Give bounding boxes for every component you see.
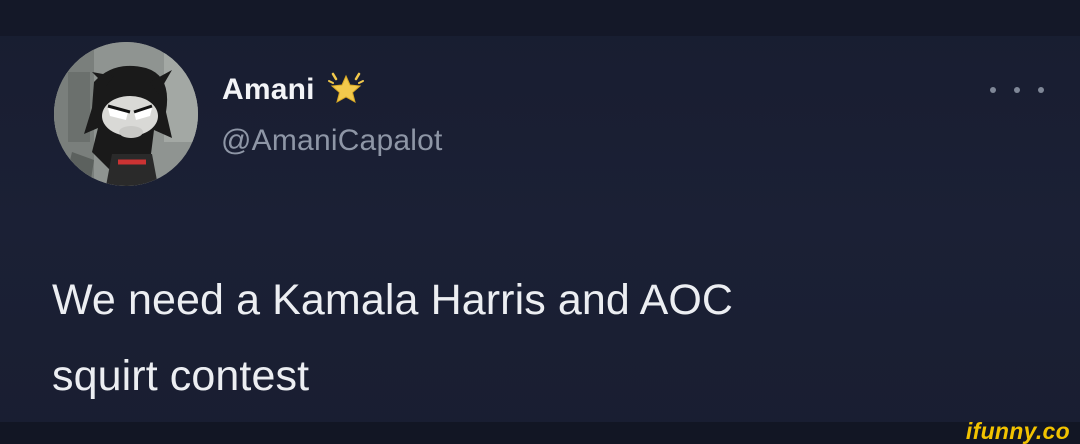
top-bar bbox=[0, 0, 1080, 36]
sparkle-star-icon bbox=[327, 71, 365, 109]
display-name: Amani bbox=[222, 70, 365, 110]
avatar[interactable] bbox=[54, 42, 198, 186]
tweet-text: We need a Kamala Harris and AOC squirt c… bbox=[52, 262, 1012, 414]
more-options-button[interactable] bbox=[990, 82, 1044, 98]
display-name-text[interactable]: Amani bbox=[222, 73, 315, 107]
cartoon-echidna-avatar-icon bbox=[54, 42, 198, 186]
ifunny-watermark: ifunny.co bbox=[965, 418, 1070, 444]
bottom-bar bbox=[0, 422, 1080, 444]
tweet-text-line: squirt contest bbox=[52, 352, 310, 400]
more-horizontal-icon bbox=[1014, 87, 1020, 93]
more-horizontal-icon bbox=[990, 87, 996, 93]
tweet-screenshot: Amani @AmaniCapalot We need a Kamala Har… bbox=[0, 0, 1080, 444]
user-handle[interactable]: @AmaniCapalot bbox=[221, 124, 443, 158]
tweet-text-line: We need a Kamala Harris and AOC bbox=[52, 276, 734, 324]
more-horizontal-icon bbox=[1038, 87, 1044, 93]
